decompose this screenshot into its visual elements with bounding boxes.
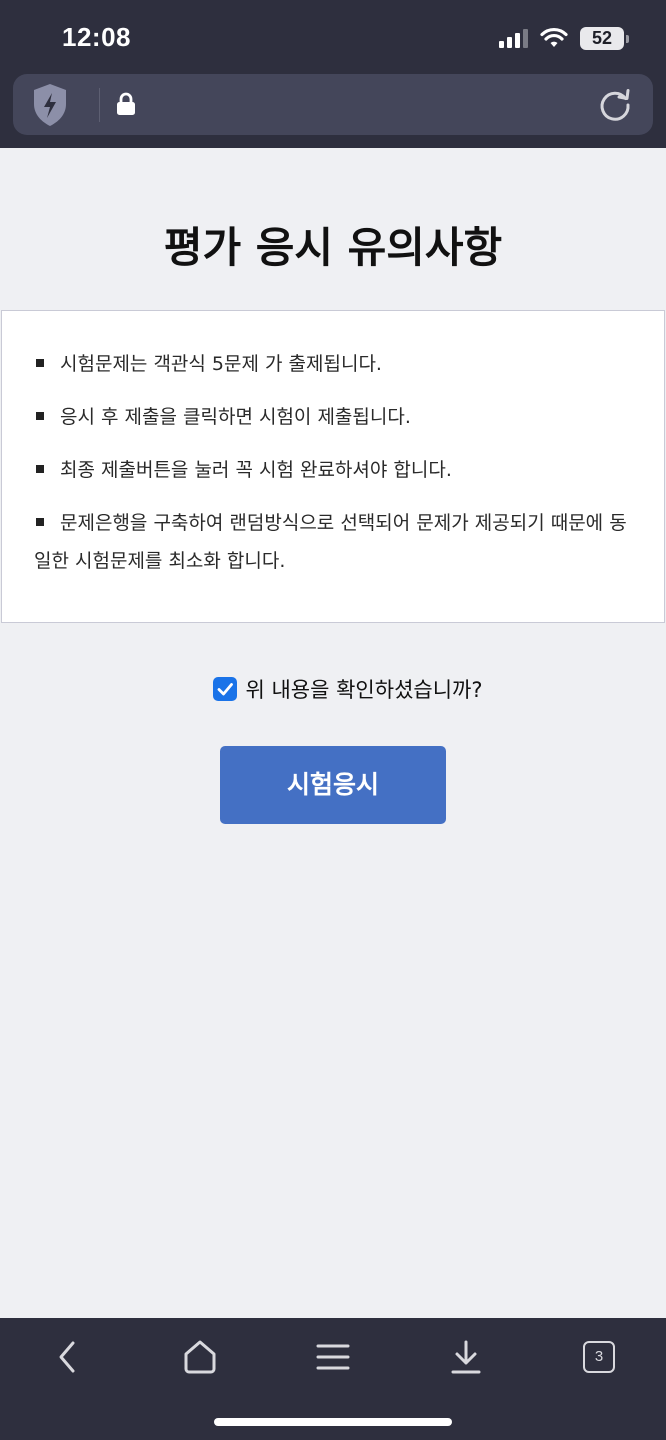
notice-list: 시험문제는 객관식 5문제 가 출제됩니다. 응시 후 제출을 클릭하면 시험이… (34, 345, 634, 595)
notice-text: 시험문제는 객관식 5문제 가 출제됩니다. (60, 353, 382, 375)
list-item: 최종 제출버튼을 눌러 꼭 시험 완료하셔야 합니다. (34, 451, 634, 489)
url-bar[interactable] (13, 74, 653, 135)
notice-text: 최종 제출버튼을 눌러 꼭 시험 완료하셔야 합니다. (60, 459, 452, 481)
bullet-icon (36, 465, 44, 473)
status-icons: 52 (499, 24, 629, 52)
list-item: 응시 후 제출을 클릭하면 시험이 제출됩니다. (34, 398, 634, 436)
list-item: 시험문제는 객관식 5문제 가 출제됩니다. (34, 345, 634, 383)
back-icon (59, 1341, 75, 1373)
confirm-checkbox[interactable] (213, 677, 238, 701)
download-button[interactable] (436, 1332, 496, 1382)
notice-text: 응시 후 제출을 클릭하면 시험이 제출됩니다. (60, 406, 411, 428)
bullet-icon (36, 412, 44, 420)
url-divider (99, 88, 100, 122)
home-button[interactable] (170, 1332, 230, 1382)
menu-icon (316, 1344, 350, 1370)
home-indicator[interactable] (214, 1418, 452, 1426)
checkmark-icon (218, 683, 234, 696)
home-icon (184, 1340, 216, 1374)
list-item: 문제은행을 구축하여 랜덤방식으로 선택되어 문제가 제공되기 때문에 동일한 … (34, 504, 634, 580)
lock-icon (117, 92, 135, 115)
bullet-icon (36, 359, 44, 367)
browser-top-bar: 12:08 52 (0, 0, 666, 148)
menu-button[interactable] (303, 1332, 363, 1382)
back-button[interactable] (37, 1332, 97, 1382)
page-title: 평가 응시 유의사항 (163, 223, 503, 272)
download-icon (451, 1340, 481, 1374)
confirm-label[interactable]: 위 내용을 확인하셨습니까? (245, 674, 482, 704)
shield-icon[interactable] (31, 82, 69, 128)
bullet-icon (36, 518, 44, 526)
notice-box: 시험문제는 객관식 5문제 가 출제됩니다. 응시 후 제출을 클릭하면 시험이… (1, 310, 665, 623)
tabs-button[interactable]: 3 (569, 1332, 629, 1382)
confirm-row: 위 내용을 확인하셨습니까? (0, 674, 666, 704)
notice-text: 문제은행을 구축하여 랜덤방식으로 선택되어 문제가 제공되기 때문에 동일한 … (34, 512, 627, 572)
reload-icon[interactable] (597, 87, 633, 123)
status-time: 12:08 (62, 22, 131, 52)
tabs-icon: 3 (583, 1341, 615, 1373)
battery-icon: 52 (580, 26, 629, 50)
start-exam-button[interactable]: 시험응시 (220, 746, 446, 824)
wifi-icon (540, 27, 568, 47)
signal-icon (499, 28, 528, 48)
